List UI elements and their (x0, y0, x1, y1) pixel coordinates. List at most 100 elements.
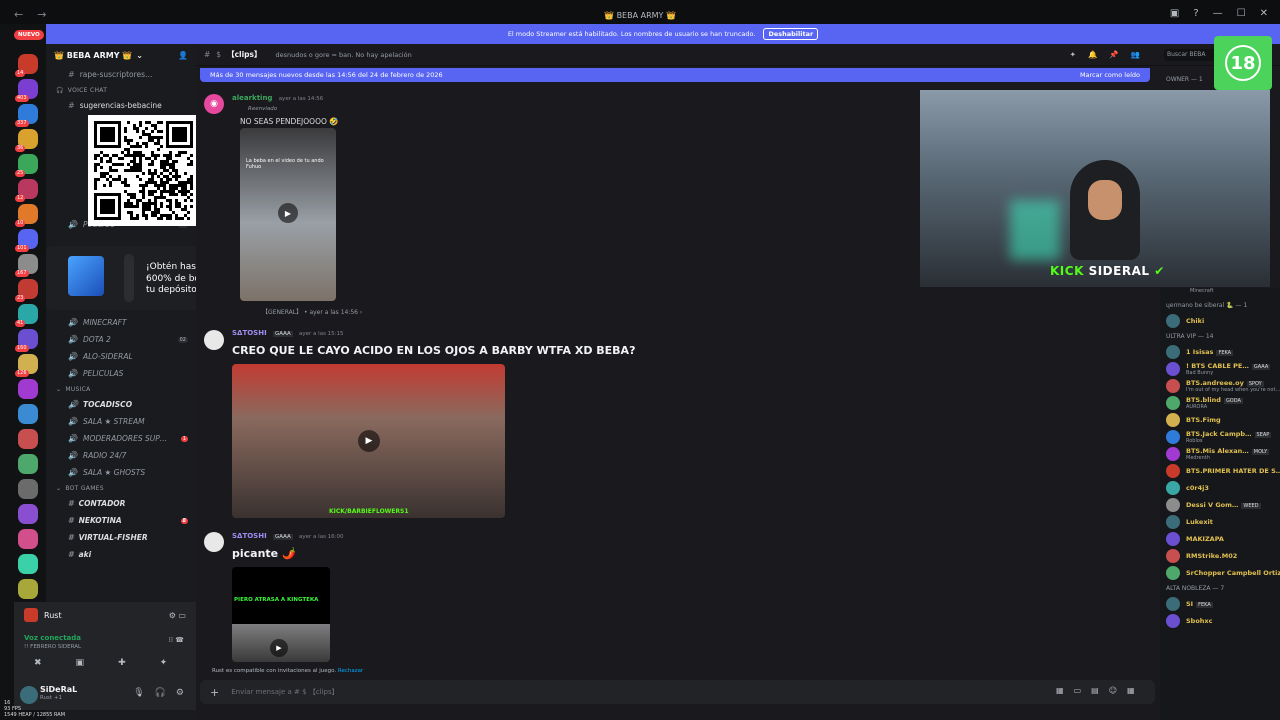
guild-header[interactable]: 👑 BEBA ARMY 👑 ⌄ 👤 (46, 44, 196, 66)
member-item[interactable]: 1 Isisas FEKA (1160, 343, 1280, 360)
server-icon[interactable] (18, 579, 38, 599)
member-item[interactable]: c0r4j3 (1160, 479, 1280, 496)
channel-item[interactable]: # NEKOTINA 8 (46, 512, 196, 529)
camera-off-icon[interactable]: ✖ (34, 658, 42, 668)
pin-icon[interactable]: 📌 (1109, 50, 1118, 59)
server-icon[interactable]: 36 (15, 129, 38, 152)
channel-item[interactable]: 🔊 DOTA 2 02 (46, 331, 196, 348)
member-item[interactable]: BTS.blind GODA AURORA (1160, 394, 1280, 411)
message-input[interactable]: + Enviar mensaje a # $ 【clips】 (200, 680, 1155, 704)
new-messages-bar[interactable]: Más de 30 mensajes nuevos desde las 14:5… (200, 68, 1150, 82)
message-author[interactable]: SΔTOSHI (232, 329, 267, 337)
settings-gear-icon[interactable]: ⚙ (176, 688, 184, 698)
category-voice-chat[interactable]: 🎧 VOICE CHAT (46, 83, 196, 97)
member-item[interactable]: BTS.andreee.oy SPOY I'm out of my head whe… (1160, 377, 1280, 394)
server-icon[interactable]: 167 (15, 254, 38, 277)
member-item[interactable]: SI FEKA (1160, 595, 1280, 612)
server-icon[interactable]: 41 (15, 304, 38, 327)
server-icon[interactable] (18, 554, 38, 574)
member-item[interactable]: ! BTS CABLE PE… GAAA Bad Bunny (1160, 360, 1280, 377)
channel-item[interactable]: 🔊 MINECRAFT (46, 314, 196, 331)
disconnect-icon[interactable]: ⁞⁞ ☎ (169, 636, 184, 644)
member-item[interactable]: BTS.Jack Campb… SEAP Roblox (1160, 428, 1280, 445)
bell-icon[interactable]: 🔔 (1088, 50, 1097, 59)
channel-rape-suscriptores[interactable]: # rape-suscriptores… (46, 66, 196, 83)
headphones-icon[interactable]: 🎧 (155, 688, 166, 698)
server-icon[interactable] (18, 379, 38, 399)
category-musica[interactable]: ⌄ MUSICA (46, 382, 196, 396)
server-icon[interactable]: 25 (15, 154, 38, 177)
avatar[interactable] (204, 532, 224, 552)
channel-item[interactable]: 🔊 TOCADISCO (46, 396, 196, 413)
channel-sugerencias[interactable]: # sugerencias-bebacine (46, 97, 196, 114)
minimize-button[interactable]: — (1213, 8, 1223, 19)
help-icon[interactable]: ? (1193, 8, 1198, 19)
server-icon[interactable] (18, 529, 38, 549)
server-icon[interactable]: 126 (15, 354, 38, 377)
server-icon[interactable]: 337 (15, 104, 38, 127)
screen-share-icon[interactable]: ▣ (76, 658, 85, 668)
server-icon[interactable] (18, 429, 38, 449)
activities-icon[interactable]: ✚ (118, 658, 126, 668)
channel-item[interactable]: 🔊 PELICULAS (46, 365, 196, 382)
member-item[interactable]: Chiki (1160, 312, 1280, 329)
server-icon[interactable]: 14 (15, 54, 38, 77)
channel-item[interactable]: 🔊 ALO-SIDERAL (46, 348, 196, 365)
activity-settings-icon[interactable]: ⚙ ▭ (169, 611, 186, 620)
member-item[interactable]: BTS.PRIMER HATER DE S… (1160, 462, 1280, 479)
video-attachment[interactable]: ▶ KICK/BARBIEFLOWERS1 (232, 364, 505, 518)
member-item[interactable]: Lukexit (1160, 513, 1280, 530)
member-item[interactable]: SrChopper Campbell Ortiz (1160, 564, 1280, 581)
sticker-icon[interactable]: ▤ (1091, 686, 1099, 695)
gift-icon[interactable]: ▦ (1056, 686, 1064, 695)
member-item[interactable]: BTS.Fimg (1160, 411, 1280, 428)
play-icon[interactable]: ▶ (278, 203, 298, 223)
invite-icon[interactable]: 👤 (178, 51, 188, 60)
server-icon[interactable]: 23 (15, 279, 38, 302)
server-icon[interactable] (18, 479, 38, 499)
forward-arrow-icon[interactable]: → (37, 8, 46, 21)
avatar[interactable] (204, 330, 224, 350)
channel-item[interactable]: 🔊 MODERADORES SUP… 1 (46, 430, 196, 447)
server-icon[interactable] (18, 504, 38, 524)
server-icon[interactable] (18, 404, 38, 424)
member-item[interactable]: Dessi V Gom… WEED (1160, 496, 1280, 513)
category-bot-games[interactable]: ⌄ BOT GAMES (46, 481, 196, 495)
member-item[interactable]: RMStrike.M02 (1160, 547, 1280, 564)
avatar[interactable]: ◉ (204, 94, 224, 114)
server-icon[interactable]: 403 (15, 79, 38, 102)
server-icon[interactable]: 10 (15, 204, 38, 227)
channel-item[interactable]: 🔊 SALA ★ STREAM (46, 413, 196, 430)
disable-streamer-button[interactable]: Deshabilitar (763, 28, 819, 40)
plus-icon[interactable]: + (210, 686, 219, 699)
member-item[interactable]: MAKIZAPA (1160, 530, 1280, 547)
mark-read-button[interactable]: Marcar como leído (1080, 71, 1140, 79)
emoji-icon[interactable]: ☺ (1109, 686, 1117, 695)
microphone-icon[interactable]: 🎙 (133, 688, 144, 698)
server-icon[interactable]: 160 (15, 329, 38, 352)
server-icon[interactable]: 12 (15, 179, 38, 202)
reject-link[interactable]: Rechazar (338, 668, 363, 674)
members-icon[interactable]: 👥 (1131, 50, 1140, 59)
inbox-icon[interactable]: ▣ (1170, 8, 1179, 19)
back-arrow-icon[interactable]: ← (14, 8, 23, 21)
message-author[interactable]: alearkting (232, 94, 272, 102)
forward-source[interactable]: 【GENERAL】 • ayer a las 14:56 › (262, 307, 362, 316)
channel-item[interactable]: # VIRTUAL-FISHER (46, 529, 196, 546)
activity-row[interactable]: Rust ⚙ ▭ (14, 602, 196, 628)
video-attachment[interactable]: La beba en el video de tu ando Fuhuo ▶ (240, 128, 336, 301)
maximize-button[interactable]: ☐ (1237, 8, 1246, 19)
play-icon[interactable]: ▶ (270, 639, 288, 657)
close-window-button[interactable]: ✕ (1260, 8, 1268, 19)
channel-item[interactable]: # CONTADOR (46, 495, 196, 512)
play-icon[interactable]: ▶ (358, 430, 380, 452)
server-icon[interactable]: 101 (15, 229, 38, 252)
apps-icon[interactable]: ▦ (1127, 686, 1135, 695)
channel-item[interactable]: # aki (46, 546, 196, 563)
gif-icon[interactable]: ▭ (1074, 686, 1082, 695)
channel-item[interactable]: 🔊 RADIO 24/7 (46, 447, 196, 464)
server-icon[interactable] (18, 454, 38, 474)
message-author[interactable]: SΔTOSHI (232, 532, 267, 540)
threads-icon[interactable]: ✦ (1070, 50, 1076, 59)
member-item[interactable]: BTS.Mis Alexan… MOLY Medrenth (1160, 445, 1280, 462)
